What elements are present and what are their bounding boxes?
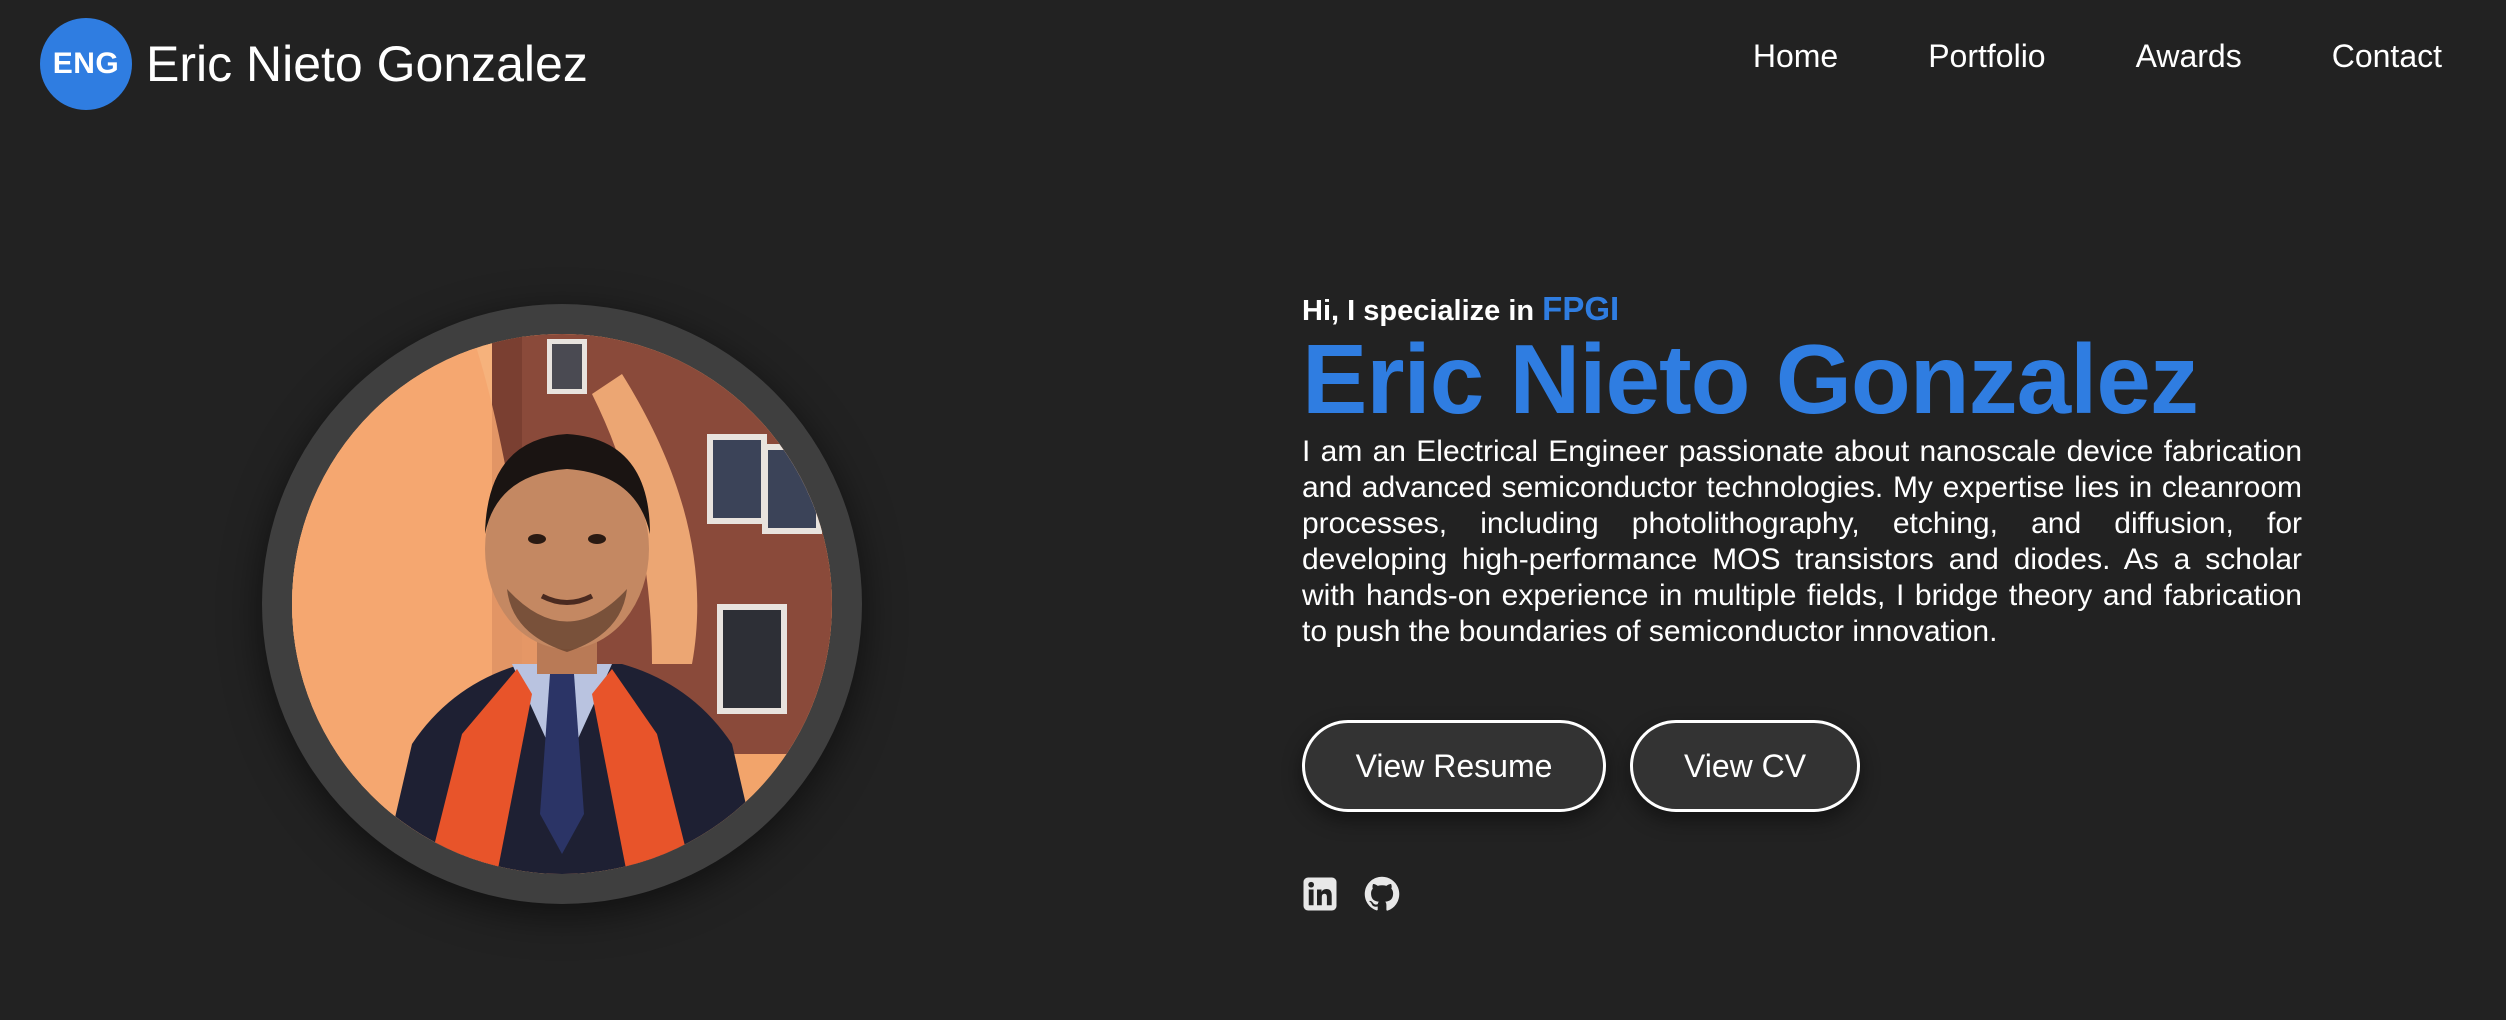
specialty-highlight: FPGI — [1542, 290, 1620, 327]
bio-paragraph: I am an Electrical Engineer passionate a… — [1302, 435, 2302, 648]
brand-home-link[interactable]: ENG Eric Nieto Gonzalez — [40, 18, 588, 110]
view-cv-button[interactable]: View CV — [1630, 720, 1860, 812]
greeting-prefix: Hi, I specialize in — [1302, 295, 1543, 327]
github-link[interactable] — [1364, 876, 1400, 912]
hero-title: Eric Nieto Gonzalez — [1302, 324, 2199, 434]
linkedin-link[interactable] — [1302, 876, 1338, 912]
profile-photo — [292, 334, 832, 874]
nav-home[interactable]: Home — [1753, 38, 1838, 75]
github-icon — [1364, 876, 1400, 911]
cta-buttons: View Resume View CV — [1302, 720, 1860, 812]
linkedin-icon — [1303, 877, 1337, 911]
social-links — [1302, 876, 1400, 912]
brand-name: Eric Nieto Gonzalez — [146, 36, 588, 92]
greeting: Hi, I specialize in FPGI — [1302, 290, 2302, 328]
hero-text: Hi, I specialize in FPGI Eric Nieto Gonz… — [1302, 290, 2302, 650]
nav-contact[interactable]: Contact — [2332, 38, 2442, 75]
nav-awards[interactable]: Awards — [2136, 38, 2242, 75]
navbar: ENG Eric Nieto Gonzalez Home Portfolio A… — [0, 0, 2506, 124]
logo-badge: ENG — [40, 18, 132, 110]
profile-photo-frame — [262, 304, 862, 904]
view-resume-button[interactable]: View Resume — [1302, 720, 1606, 812]
nav-links: Home Portfolio Awards Contact — [1753, 38, 2442, 75]
nav-portfolio[interactable]: Portfolio — [1928, 38, 2045, 75]
